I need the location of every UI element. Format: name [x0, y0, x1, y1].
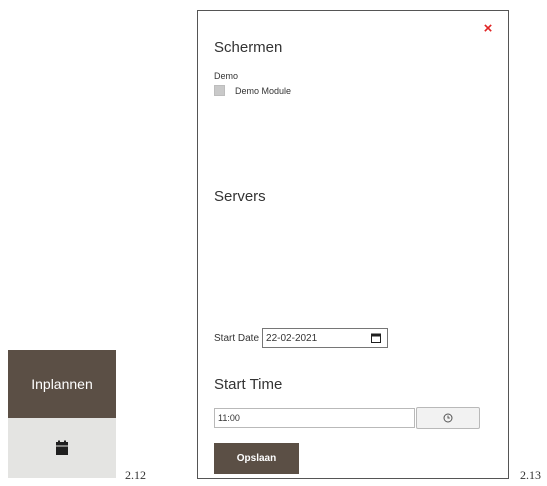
screens-group-label: Demo: [214, 71, 239, 81]
schedule-button[interactable]: Inplannen: [8, 350, 116, 418]
figure-label-2-12: 2.12: [125, 468, 146, 482]
start-date-row: Start Date 22-02-2021: [214, 328, 389, 348]
calendar-icon: [56, 440, 68, 455]
time-picker-button[interactable]: [416, 407, 480, 429]
start-date-input[interactable]: 22-02-2021: [262, 328, 389, 348]
save-button-label: Opslaan: [236, 453, 277, 464]
figure-label-2-13: 2.13: [520, 468, 541, 482]
servers-section-title: Servers: [214, 188, 266, 205]
schedule-widget: Inplannen: [8, 350, 116, 478]
calendar-button[interactable]: [8, 418, 116, 478]
screens-section-title: Schermen: [214, 39, 283, 56]
save-button[interactable]: Opslaan: [214, 443, 299, 474]
schedule-modal: × Schermen Demo Demo Module Servers Star…: [197, 10, 509, 479]
start-date-label: Start Date: [214, 332, 260, 344]
start-time-value: 11:00: [218, 413, 240, 423]
schedule-button-label: Inplannen: [31, 376, 93, 392]
start-time-title: Start Time: [214, 376, 283, 393]
screen-item-demo-module[interactable]: Demo Module: [214, 85, 291, 96]
demo-module-checkbox[interactable]: [214, 85, 225, 96]
start-time-row: 11:00: [214, 407, 480, 429]
demo-module-label: Demo Module: [235, 85, 292, 96]
close-icon: ×: [483, 20, 493, 37]
calendar-picker-icon[interactable]: [371, 333, 382, 343]
start-time-input[interactable]: 11:00: [214, 408, 415, 428]
start-date-value: 22-02-2021: [266, 332, 318, 344]
clock-icon: [443, 413, 453, 423]
close-button[interactable]: ×: [480, 21, 496, 37]
